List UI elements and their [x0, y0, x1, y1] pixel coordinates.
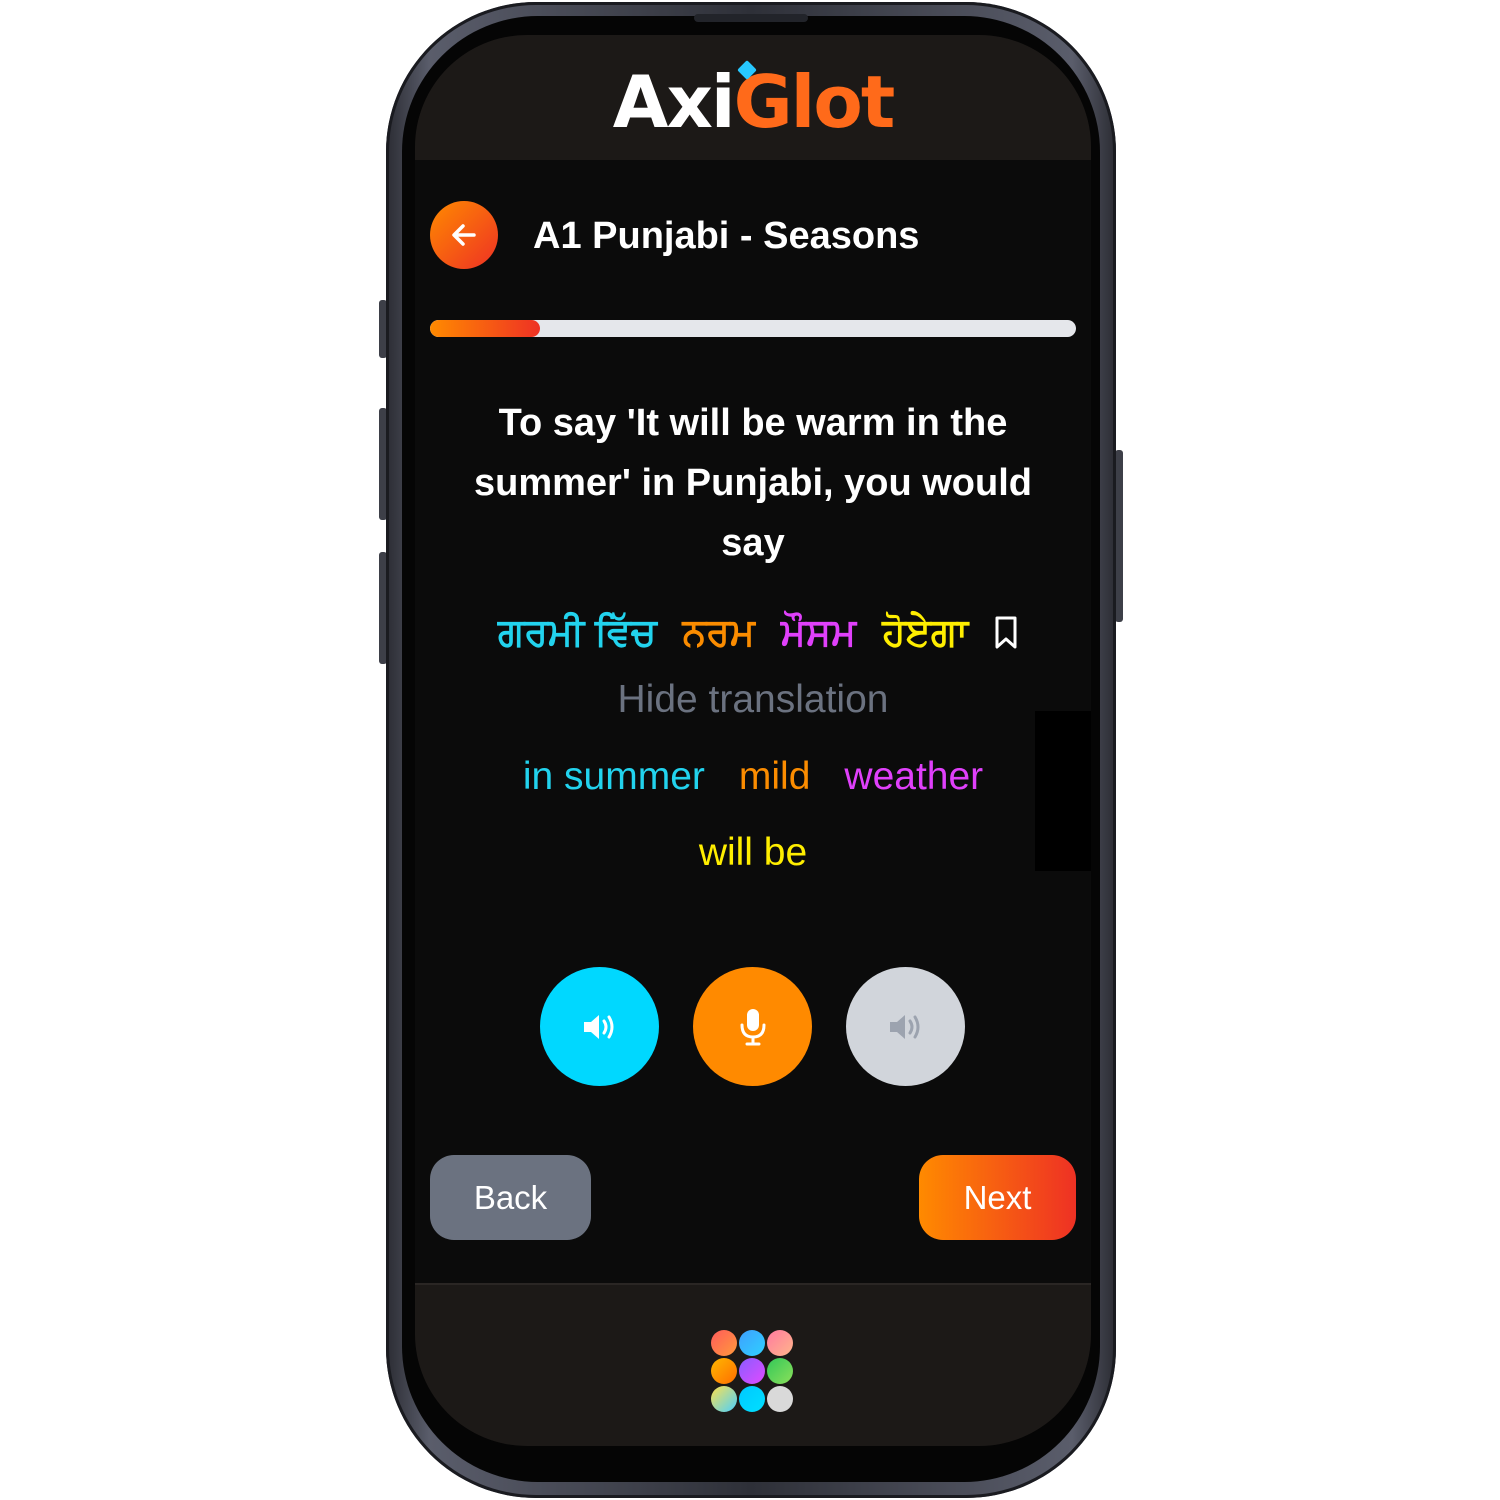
side-panel: [1035, 711, 1091, 871]
lesson-progress-fill: [430, 320, 540, 337]
grid-dot: [767, 1330, 793, 1356]
app-footer: [415, 1283, 1091, 1446]
translation-word: weather: [844, 755, 984, 798]
grid-dot: [767, 1386, 793, 1412]
speaker-icon: [583, 1014, 613, 1039]
translation-row: in summer mild weather: [415, 751, 1091, 803]
grid-dot: [711, 1386, 737, 1412]
lesson-progress-bar: [430, 320, 1076, 337]
back-arrow-button[interactable]: [430, 201, 498, 269]
app-screen: AxiGlot A1 Punjabi - Seasons To say 'It …: [415, 35, 1091, 1446]
translation-word: will be: [698, 831, 808, 874]
grid-dot: [767, 1358, 793, 1384]
logo-text-glot: Glot: [733, 60, 896, 144]
grid-dot: [739, 1330, 765, 1356]
lesson-title: A1 Punjabi - Seasons: [533, 215, 920, 257]
app-grid-icon[interactable]: [711, 1330, 795, 1414]
playback-recording-button[interactable]: [846, 967, 965, 1086]
target-word[interactable]: ਨਰਮ: [683, 612, 755, 655]
arrow-left-icon: [452, 224, 476, 246]
grid-dot: [739, 1386, 765, 1412]
microphone-icon: [740, 1008, 765, 1045]
grid-dot: [739, 1358, 765, 1384]
logo-text-axi: Axi: [612, 60, 736, 144]
bookmark-icon[interactable]: [991, 615, 1021, 651]
target-word[interactable]: ਮੌਸਮ: [781, 612, 856, 655]
grid-dot: [711, 1330, 737, 1356]
translation-word: in summer: [522, 755, 705, 798]
app-header: AxiGlot: [415, 35, 1091, 160]
target-word[interactable]: ਗਰਮੀ ਵਿੱਚ: [498, 612, 657, 655]
power-button: [1115, 450, 1123, 622]
phone-speaker: [694, 14, 808, 22]
next-button[interactable]: Next: [919, 1155, 1076, 1240]
hide-translation-toggle[interactable]: Hide translation: [415, 675, 1091, 725]
record-button[interactable]: [693, 967, 812, 1086]
back-button[interactable]: Back: [430, 1155, 591, 1240]
play-audio-button[interactable]: [540, 967, 659, 1086]
exercise-prompt: To say 'It will be warm in the summer' i…: [474, 402, 1032, 564]
translation-word: mild: [738, 755, 811, 798]
speaker-icon: [889, 1014, 919, 1039]
grid-dot: [711, 1358, 737, 1384]
translation-row: will be: [415, 827, 1091, 879]
target-phrase: ਗਰਮੀ ਵਿੱਚ ਨਰਮ ਮੌਸਮ ਹੋਏਗਾ: [415, 605, 1091, 661]
target-word[interactable]: ਹੋਏਗਾ: [882, 612, 968, 655]
